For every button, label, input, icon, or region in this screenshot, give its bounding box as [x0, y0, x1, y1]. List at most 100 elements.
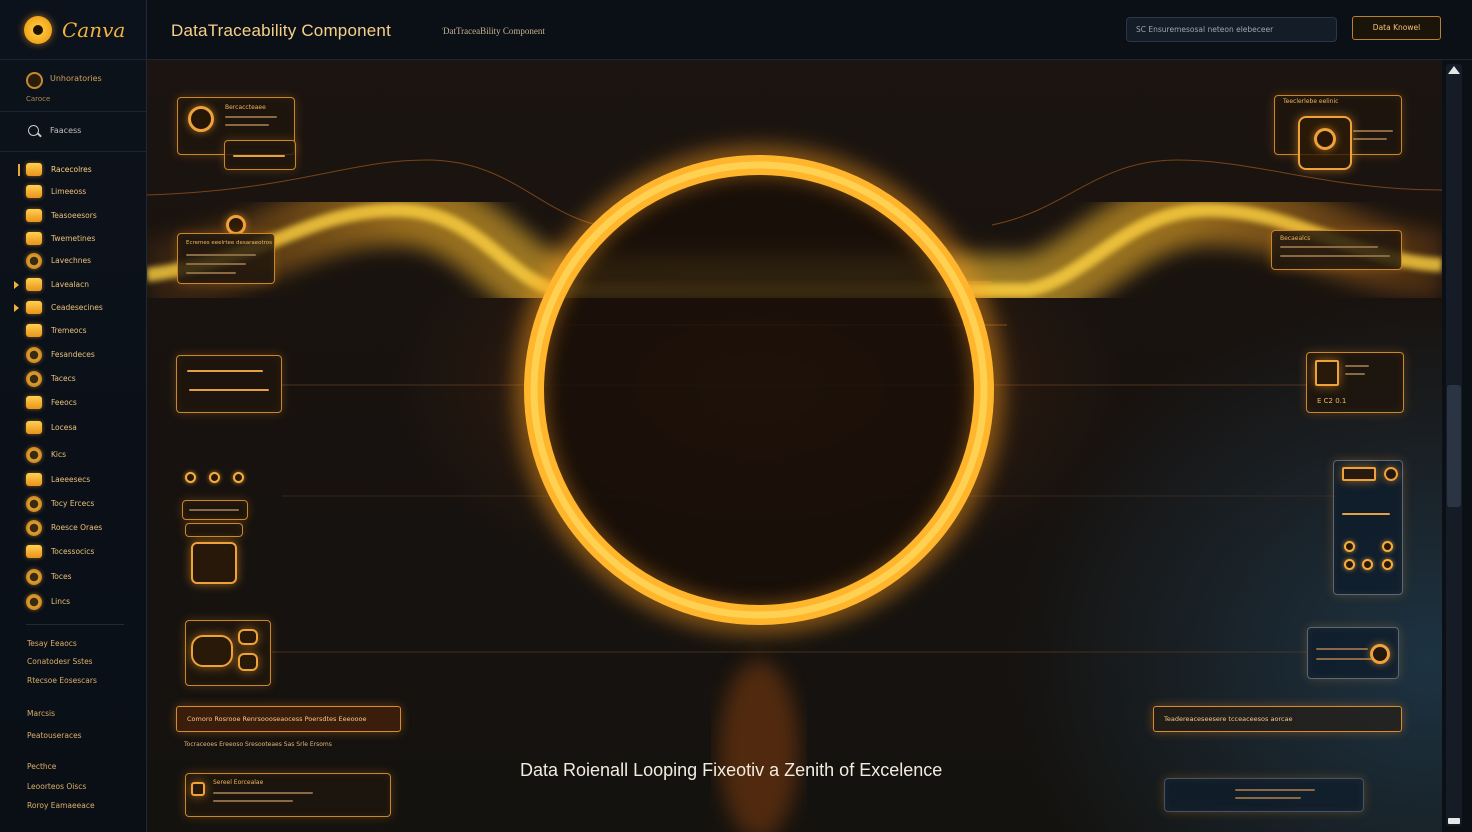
sidebar-item[interactable]: Laeeesecs — [0, 470, 147, 490]
sidebar-item[interactable]: Tacecs — [0, 369, 147, 389]
sidebar-item[interactable]: Lavechnes — [0, 251, 147, 271]
folder-icon — [26, 473, 42, 486]
breadcrumb[interactable]: DatTraceaBility Component — [443, 26, 545, 36]
sidebar-item[interactable]: Twemetines — [0, 229, 147, 249]
sidebar-item[interactable]: Feeocs — [0, 393, 147, 413]
folder-icon — [26, 209, 42, 222]
scroll-up-arrow-icon[interactable] — [1448, 66, 1460, 74]
trace-bar[interactable]: Comoro Rosrooe Renrsoooseaocess Poersdte… — [176, 706, 401, 732]
sidebar-item-label: Fesandeces — [51, 350, 95, 359]
node-card[interactable] — [182, 500, 248, 520]
card-line — [1316, 648, 1368, 650]
sidebar-item[interactable]: Tocessocics — [0, 542, 147, 562]
node-card[interactable]: Sereel Eorcealae — [185, 773, 391, 817]
sidebar-item-label: Toces — [51, 572, 72, 581]
sidebar-item-label: Lavechnes — [51, 256, 91, 265]
sidebar-link[interactable]: Roroy Eamaeeace — [27, 801, 95, 810]
trace-bar-label: Comoro Rosrooe Renrsoooseaocess Poersdte… — [187, 715, 367, 723]
node-card[interactable] — [1333, 460, 1403, 595]
sidebar-item[interactable]: Locesa — [0, 418, 147, 438]
sidebar-link[interactable]: Conatodesr Sstes — [27, 657, 93, 666]
card-line — [1280, 246, 1378, 248]
folder-icon — [26, 185, 42, 198]
node-card[interactable]: Becaealcs — [1271, 230, 1402, 270]
card-label: E C2 0.1 — [1317, 397, 1347, 405]
card-line — [1280, 255, 1390, 257]
sidebar-link[interactable]: Marcsis — [27, 709, 55, 718]
database-node-icon[interactable] — [1298, 116, 1352, 170]
app-name: Canva — [62, 17, 126, 42]
node-card[interactable] — [1164, 778, 1364, 812]
card-line — [225, 124, 269, 126]
sidebar-item[interactable]: Kics — [0, 445, 147, 465]
sidebar-link[interactable]: Peatouseraces — [27, 731, 82, 740]
sidebar-item-label: Ceadesecines — [51, 303, 103, 312]
card-line — [186, 254, 256, 256]
sidebar-item[interactable]: Tocy Ercecs — [0, 494, 147, 514]
target-icon — [1370, 644, 1390, 664]
shield-icon — [26, 347, 42, 363]
node-card[interactable] — [224, 140, 296, 170]
node-card[interactable] — [185, 523, 243, 537]
document-icon — [26, 324, 42, 337]
sidebar-item[interactable]: Roesce Oraes — [0, 518, 147, 538]
user-icon — [26, 594, 42, 610]
page-title: DataTraceability Component — [171, 21, 392, 40]
design-canvas[interactable]: Bercaccteaee Ecremes eeelrtee desaraeotr… — [147, 60, 1442, 832]
sidebar-item[interactable]: Ceadesecines — [0, 298, 147, 318]
clock-icon — [26, 447, 42, 463]
status-dot-icon — [209, 472, 220, 483]
sidebar-item[interactable]: Limeeoss — [0, 182, 147, 202]
sidebar-item[interactable]: Lincs — [0, 592, 147, 612]
card-line — [186, 272, 236, 274]
target-icon — [1314, 128, 1336, 150]
scroll-thumb[interactable] — [1447, 385, 1461, 507]
sidebar-link[interactable]: Leoorteos Oiscs — [27, 782, 86, 791]
sidebar-item-label: Teasoeesors — [51, 211, 97, 220]
sidebar-item-label: Tocy Ercecs — [51, 499, 95, 508]
scroll-down-arrow-icon[interactable] — [1448, 818, 1460, 824]
sidebar-item[interactable]: Teasoeesors — [0, 206, 147, 226]
header-action-button[interactable]: Data Knowel — [1352, 16, 1441, 40]
chip-icon — [1342, 467, 1376, 481]
sidebar-item[interactable]: Toces — [0, 567, 147, 587]
status-dot-icon — [1382, 541, 1393, 552]
sidebar-link[interactable]: Rtecsoe Eosescars — [27, 676, 97, 685]
sidebar-search[interactable]: Faacess — [0, 112, 147, 152]
node-card[interactable]: E C2 0.1 — [1306, 352, 1404, 413]
card-title: Ecremes eeelrtee desaraeotros — [186, 240, 273, 246]
logo[interactable]: Canva — [0, 0, 147, 60]
sidebar-item-label: Lavealacn — [51, 280, 89, 289]
node-card[interactable]: Ecremes eeelrtee desaraeotros — [177, 233, 275, 284]
search-input[interactable]: SC Ensuremesosal neteon elebeceer — [1126, 17, 1337, 42]
card-line — [186, 263, 246, 265]
bucket-icon[interactable] — [191, 542, 237, 584]
sidebar-link[interactable]: Tesay Eeaocs — [27, 639, 77, 648]
node-card[interactable] — [176, 355, 282, 413]
account-sub-label: Caroce — [26, 95, 51, 103]
card-line — [213, 800, 293, 802]
expand-caret-icon[interactable] — [14, 304, 19, 312]
sidebar-link[interactable]: Pecthce — [27, 762, 56, 771]
folder-icon — [26, 232, 42, 245]
sidebar-item[interactable]: Tremeocs — [0, 321, 147, 341]
card-line — [233, 155, 285, 157]
sidebar-item-label: Roesce Oraes — [51, 523, 103, 532]
card-line — [189, 389, 269, 391]
node-card[interactable] — [1307, 627, 1399, 679]
sidebar-item[interactable]: Lavealacn — [0, 275, 147, 295]
globe-icon — [26, 520, 42, 536]
status-dot-icon — [185, 472, 196, 483]
sidebar-item[interactable]: Fesandeces — [0, 345, 147, 365]
card-line — [1353, 138, 1387, 140]
status-dot-icon — [233, 472, 244, 483]
sidebar-item-label: Tocessocics — [51, 547, 95, 556]
sidebar-item[interactable]: Racecolres — [0, 160, 147, 180]
card-title: Sereel Eorcealae — [213, 779, 264, 786]
account-menu[interactable]: Unhoratories Caroce — [0, 60, 147, 112]
trace-bar[interactable]: Teadereaceseesere tcceaceesos aorcae — [1153, 706, 1402, 732]
vertical-scrollbar[interactable] — [1442, 60, 1472, 832]
node-card[interactable] — [185, 620, 271, 686]
expand-caret-icon[interactable] — [14, 281, 19, 289]
gear-icon — [1384, 467, 1398, 481]
